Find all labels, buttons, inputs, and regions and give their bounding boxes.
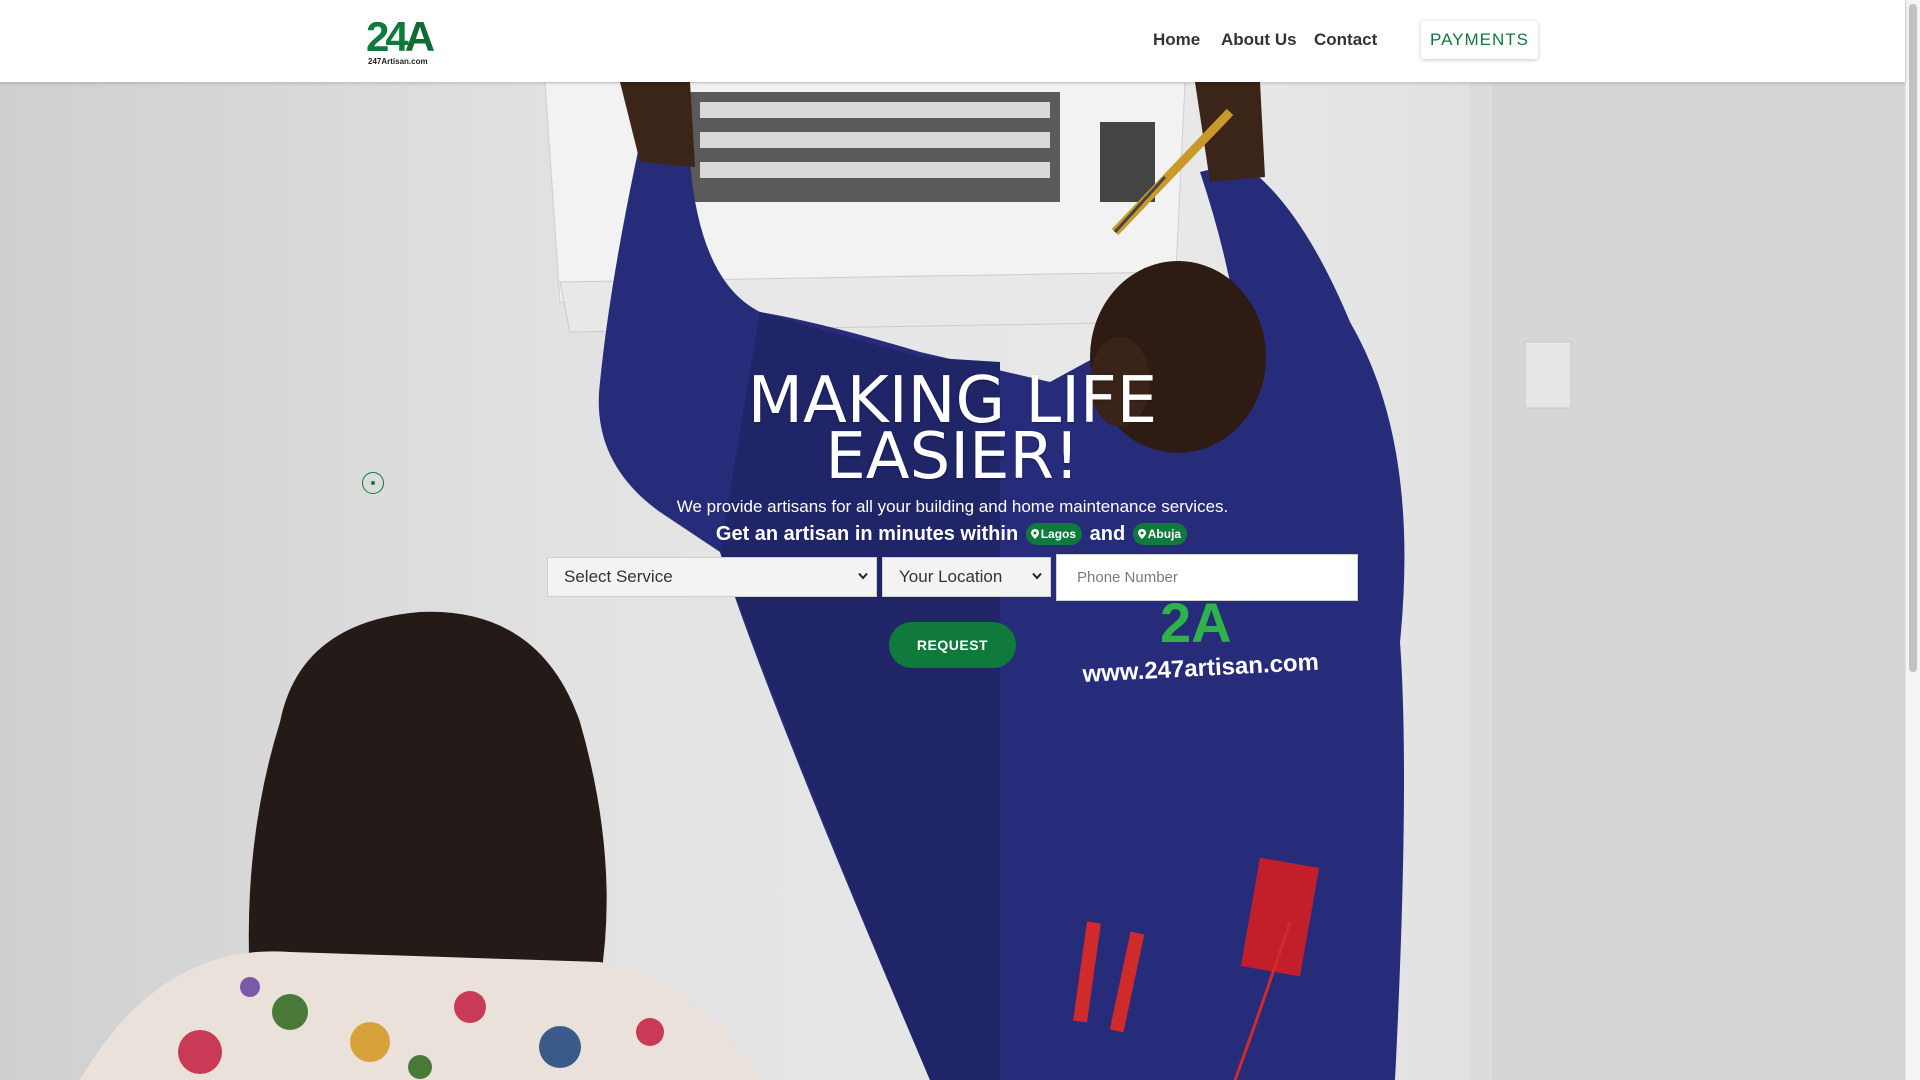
nav-contact-link[interactable]: Contact [1314,30,1377,50]
hero-headline: MAKING LIFE EASIER! [700,369,1205,489]
logo-caption: 247Artisan.com [368,57,428,66]
chevron-down-icon [858,572,868,580]
page-scrollbar[interactable] [1905,0,1920,1080]
scrollbar-thumb[interactable] [1909,4,1917,672]
hero-subline: Get an artisan in minutes within Lagos a… [650,523,1255,546]
nav-home-link[interactable]: Home [1153,30,1200,50]
request-button[interactable]: REQUEST [889,622,1016,668]
subline-joiner: and [1089,523,1126,545]
location-select[interactable]: Your Location [882,557,1051,597]
service-select[interactable]: Select Service [547,557,877,597]
slider-dot-control[interactable] [362,472,384,494]
brand-logo[interactable]: 24A 247Artisan.com [366,13,436,67]
chevron-down-icon [1032,572,1042,580]
logo-mark: 24A [366,13,435,60]
site-header: 24A 247Artisan.com Home About Us Contact… [0,0,1905,82]
location-select-value: Your Location [899,567,1003,586]
service-select-value: Select Service [564,567,673,586]
map-pin-icon [1137,529,1146,539]
payments-button[interactable]: PAYMENTS [1421,21,1538,59]
phone-number-input[interactable] [1056,554,1358,601]
subline-prefix: Get an artisan in minutes within [715,523,1019,545]
location-badge-abuja: Abuja [1132,523,1188,545]
location-badge-lagos: Lagos [1025,523,1083,545]
nav-about-link[interactable]: About Us [1221,30,1297,50]
hero-tagline: We provide artisans for all your buildin… [676,497,1229,516]
map-pin-icon [1030,529,1039,539]
